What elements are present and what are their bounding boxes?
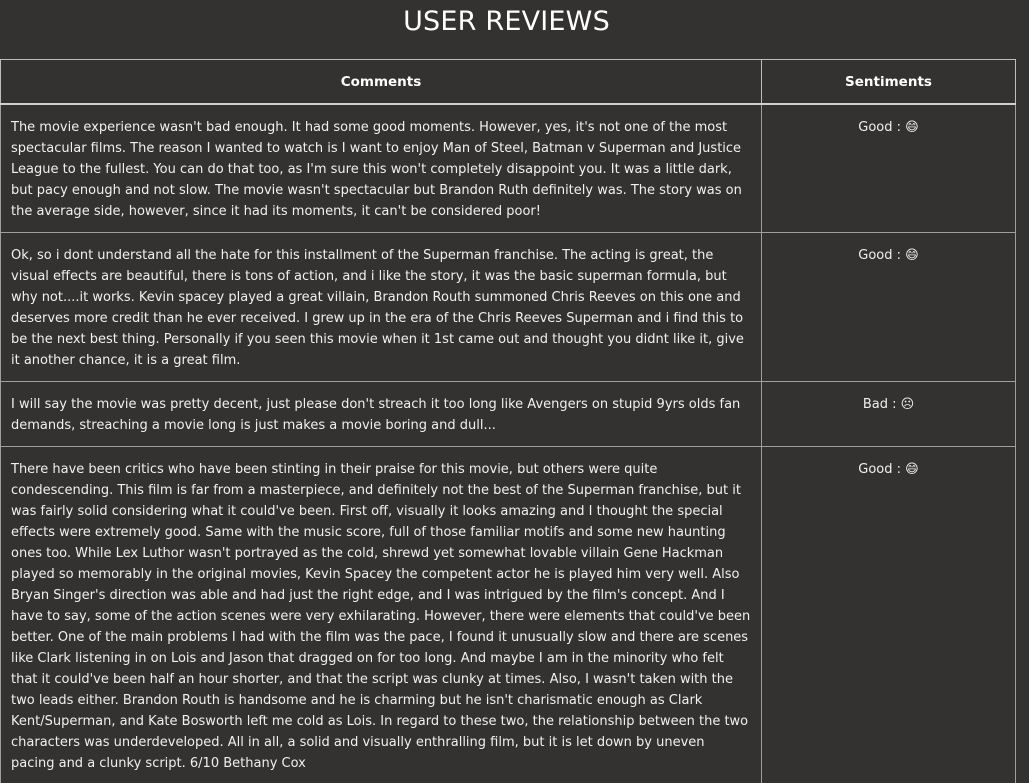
table-row: Ok, so i dont understand all the hate fo…: [0, 232, 1016, 382]
sentiment-cell: Bad : ☹: [761, 381, 1016, 447]
table-header-row: Comments Sentiments: [0, 59, 1016, 105]
page-title: USER REVIEWS: [403, 6, 610, 37]
sentiment-cell: Good : 😄: [761, 232, 1016, 382]
sentiment-cell: Good : 😄: [761, 446, 1016, 783]
comment-cell: The movie experience wasn't bad enough. …: [0, 103, 762, 233]
comment-cell: Ok, so i dont understand all the hate fo…: [0, 232, 762, 382]
comment-cell: There have been critics who have been st…: [0, 446, 762, 783]
comment-cell: I will say the movie was pretty decent, …: [0, 381, 762, 447]
reviews-table: Comments Sentiments The movie experience…: [0, 59, 1016, 783]
table-row: The movie experience wasn't bad enough. …: [0, 103, 1016, 233]
column-header-sentiments: Sentiments: [761, 59, 1016, 105]
table-row: There have been critics who have been st…: [0, 446, 1016, 783]
column-header-comments: Comments: [0, 59, 762, 105]
sentiment-cell: Good : 😄: [761, 103, 1016, 233]
reviews-page: USER REVIEWS Comments Sentiments The mov…: [0, 0, 1029, 783]
table-row: I will say the movie was pretty decent, …: [0, 381, 1016, 447]
